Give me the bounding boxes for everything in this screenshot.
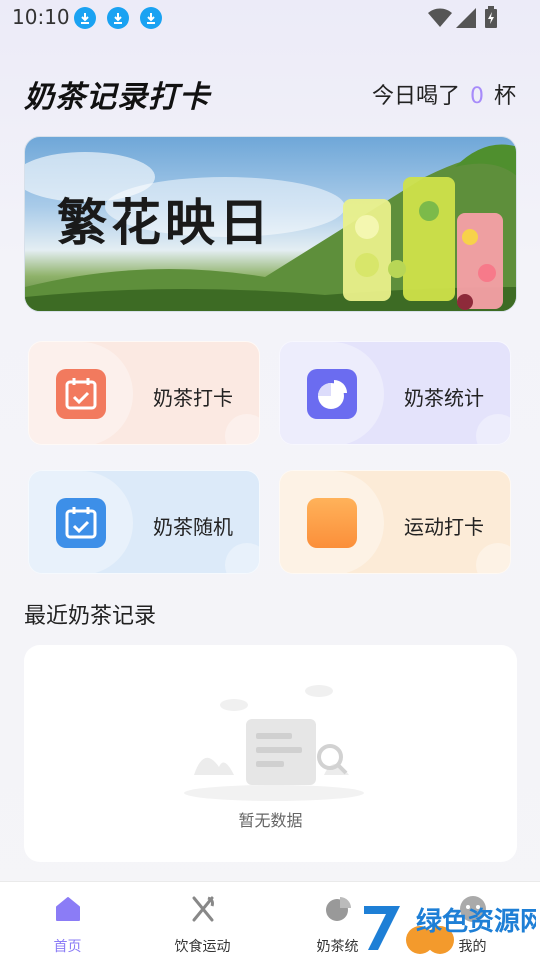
recent-records-panel: 暂无数据 (24, 645, 517, 862)
battery-icon (485, 6, 497, 28)
svg-text:绿色资源网: 绿色资源网 (416, 906, 536, 937)
pie-chart-icon (325, 897, 351, 921)
card-exercise-checkin[interactable]: 运动打卡 (279, 470, 511, 574)
card-decoration (225, 414, 259, 444)
empty-data-icon (184, 685, 364, 801)
orange-square-icon (307, 498, 357, 548)
card-milk-tea-stats[interactable]: 奶茶统计 (279, 341, 511, 445)
nav-label: 饮食运动 (174, 939, 231, 955)
today-counter: 今日喝了 0 杯 (372, 78, 516, 110)
nav-item-home[interactable]: 首页 (0, 882, 135, 960)
watermark-logo: 绿色资源网 (364, 906, 536, 954)
home-icon (55, 897, 80, 921)
today-unit: 杯 (493, 84, 516, 109)
utensils-icon (192, 896, 214, 922)
promo-banner[interactable]: 繁花映日 (24, 136, 517, 312)
signal-icon (456, 8, 476, 28)
card-decoration (476, 543, 510, 573)
download-icon (107, 7, 129, 29)
today-prefix: 今日喝了 (371, 84, 460, 109)
card-decoration (225, 543, 259, 573)
card-milk-tea-random[interactable]: 奶茶随机 (28, 470, 260, 574)
section-title-recent: 最近奶茶记录 (24, 604, 157, 629)
app-title: 奶茶记录打卡 (24, 80, 210, 115)
card-label: 运动打卡 (404, 515, 484, 539)
nav-item-diet-exercise[interactable]: 饮食运动 (135, 882, 270, 960)
card-label: 奶茶统计 (404, 386, 484, 410)
calendar-check-icon (56, 498, 106, 548)
card-label: 奶茶打卡 (153, 386, 233, 410)
pie-chart-icon (307, 369, 357, 419)
status-time: 10:10 (12, 5, 70, 29)
card-milk-tea-checkin[interactable]: 奶茶打卡 (28, 341, 260, 445)
card-label: 奶茶随机 (153, 515, 233, 539)
status-bar: 10:10 (0, 0, 540, 36)
nav-label: 首页 (53, 939, 82, 955)
banner-title: 繁花映日 (57, 194, 273, 252)
empty-state-text: 暂无数据 (238, 811, 303, 830)
wifi-icon (428, 8, 452, 27)
today-count: 0 (469, 84, 484, 109)
card-decoration (476, 414, 510, 444)
calendar-check-icon (56, 369, 106, 419)
download-icon (140, 7, 162, 29)
download-icon (74, 7, 96, 29)
